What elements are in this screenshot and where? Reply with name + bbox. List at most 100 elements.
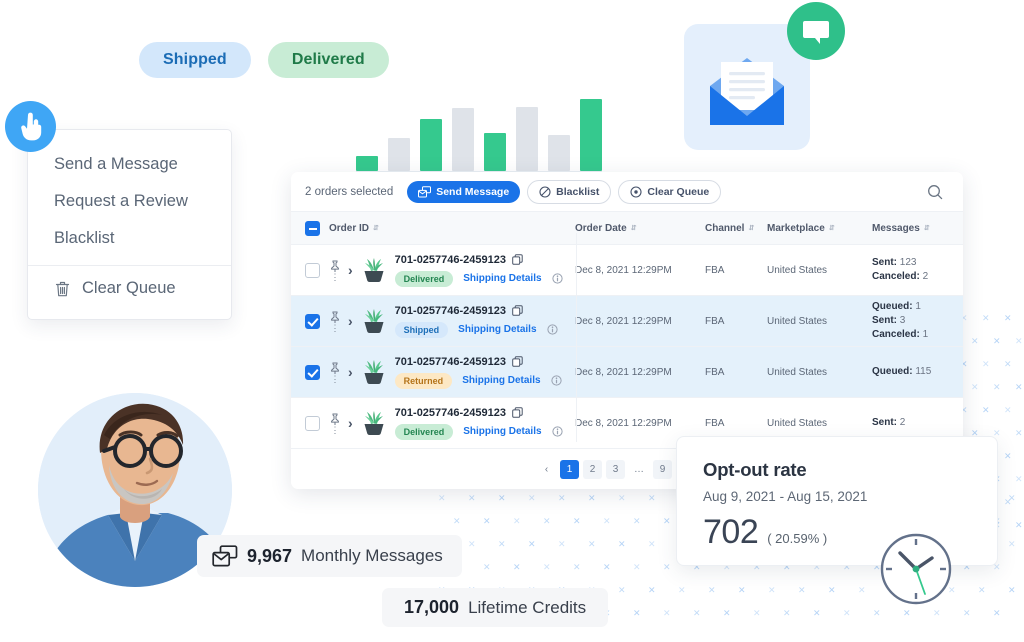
table-header-row: Order ID ⇵ Order Date ⇵ Channel ⇵ Market… bbox=[291, 212, 963, 245]
row-actions[interactable]: ⋮ › bbox=[329, 413, 353, 435]
header-messages[interactable]: Messages ⇵ bbox=[872, 223, 960, 234]
menu-item-clear-queue[interactable]: Clear Queue bbox=[28, 270, 231, 307]
order-status-row: Shipped Shipping Details bbox=[394, 321, 558, 338]
sort-icon[interactable]: ⇵ bbox=[924, 225, 931, 232]
more-options-icon[interactable]: ⋮ bbox=[331, 375, 340, 384]
row-select-cell[interactable] bbox=[291, 313, 329, 329]
x-mark bbox=[971, 338, 978, 345]
message-stat: Canceled: 1 bbox=[872, 329, 929, 340]
row-checkbox[interactable] bbox=[305, 262, 320, 278]
header-marketplace[interactable]: Marketplace ⇵ bbox=[767, 223, 872, 234]
x-mark bbox=[663, 610, 670, 617]
marketplace-cell: United States bbox=[767, 315, 828, 327]
order-id-value: 701-0257746-2459123 bbox=[394, 304, 506, 317]
row-select-cell[interactable] bbox=[291, 364, 329, 380]
info-icon[interactable] bbox=[551, 426, 563, 437]
x-mark bbox=[603, 564, 610, 571]
pagination-page[interactable]: 9 bbox=[653, 460, 672, 479]
pagination-page[interactable]: 3 bbox=[606, 460, 625, 479]
x-mark bbox=[1015, 384, 1022, 391]
plant-thumbnail bbox=[364, 360, 384, 384]
table-row[interactable]: ⋮ › 701-0257746-2459123 bbox=[291, 347, 963, 398]
sort-icon[interactable]: ⇵ bbox=[373, 225, 380, 232]
pagination-prev[interactable]: ‹ bbox=[537, 460, 556, 479]
pointing-hand-cursor bbox=[5, 101, 56, 152]
search-button[interactable] bbox=[925, 182, 945, 202]
send-message-button[interactable]: Send Message bbox=[407, 180, 521, 203]
table-row[interactable]: ⋮ › 701-0257746-2459123 bbox=[291, 245, 963, 296]
canvas: Shipped Delivered Send a Message Request… bbox=[0, 0, 1024, 642]
menu-item-blacklist[interactable]: Blacklist bbox=[28, 220, 231, 257]
sort-icon[interactable]: ⇵ bbox=[748, 225, 755, 232]
copy-icon[interactable] bbox=[512, 305, 523, 316]
x-mark bbox=[903, 610, 910, 617]
expand-row-icon[interactable]: › bbox=[348, 262, 353, 278]
select-all-checkbox[interactable] bbox=[305, 220, 320, 236]
info-icon[interactable] bbox=[551, 273, 563, 284]
pagination-ellipsis: … bbox=[634, 464, 644, 475]
shipping-details-link[interactable]: Shipping Details bbox=[463, 273, 541, 284]
header-marketplace-label: Marketplace bbox=[767, 222, 825, 234]
order-date-cell: Dec 8, 2021 12:29PM bbox=[575, 315, 672, 327]
info-icon[interactable] bbox=[550, 375, 562, 386]
header-order-date-label: Order Date bbox=[575, 222, 627, 234]
row-actions[interactable]: ⋮ › bbox=[329, 311, 353, 333]
status-pill-delivered[interactable]: Delivered bbox=[267, 42, 389, 78]
shipping-details-link[interactable]: Shipping Details bbox=[462, 375, 540, 386]
context-menu[interactable]: Send a Message Request a Review Blacklis… bbox=[27, 129, 232, 320]
row-checkbox[interactable] bbox=[305, 415, 320, 431]
copy-icon[interactable] bbox=[512, 407, 523, 418]
more-options-icon[interactable]: ⋮ bbox=[331, 426, 340, 435]
row-select-cell[interactable] bbox=[291, 415, 329, 431]
blacklist-button[interactable]: Blacklist bbox=[527, 179, 612, 204]
sort-icon[interactable]: ⇵ bbox=[829, 225, 836, 232]
send-message-icon bbox=[418, 185, 432, 197]
x-mark bbox=[498, 541, 505, 548]
row-actions[interactable]: ⋮ › bbox=[329, 362, 353, 384]
chart-bar bbox=[516, 107, 538, 171]
chart-bar bbox=[420, 119, 442, 171]
row-actions[interactable]: ⋮ › bbox=[329, 260, 353, 282]
status-pill-shipped[interactable]: Shipped bbox=[139, 42, 251, 78]
pagination-page[interactable]: 1 bbox=[560, 460, 579, 479]
envelope-illustration bbox=[684, 2, 845, 150]
sort-icon[interactable]: ⇵ bbox=[631, 225, 638, 232]
row-select-cell[interactable] bbox=[291, 262, 329, 278]
x-mark bbox=[963, 610, 970, 617]
menu-item-request-a-review[interactable]: Request a Review bbox=[28, 183, 231, 220]
order-date-cell: Dec 8, 2021 12:29PM bbox=[575, 366, 672, 378]
row-checkbox[interactable] bbox=[305, 364, 320, 380]
table-row[interactable]: ⋮ › 701-0257746-2459123 bbox=[291, 296, 963, 347]
x-mark bbox=[468, 541, 475, 548]
messages-cell: Queued: 115 bbox=[872, 365, 960, 379]
more-options-icon[interactable]: ⋮ bbox=[331, 324, 340, 333]
x-mark bbox=[993, 610, 1000, 617]
order-id-row: 701-0257746-2459123 bbox=[395, 254, 563, 266]
info-icon[interactable] bbox=[546, 324, 558, 335]
x-mark bbox=[663, 518, 670, 525]
clear-queue-button[interactable]: Clear Queue bbox=[618, 179, 722, 204]
menu-item-send-a-message[interactable]: Send a Message bbox=[28, 146, 231, 183]
optout-date-range: Aug 9, 2021 - Aug 15, 2021 bbox=[703, 489, 868, 504]
more-options-icon[interactable]: ⋮ bbox=[331, 273, 340, 282]
header-order-date[interactable]: Order Date ⇵ bbox=[575, 223, 705, 234]
shipping-details-link[interactable]: Shipping Details bbox=[458, 324, 536, 335]
x-mark bbox=[798, 587, 805, 594]
x-mark bbox=[1004, 407, 1011, 414]
plant-thumbnail bbox=[364, 258, 384, 282]
copy-icon[interactable] bbox=[512, 254, 523, 265]
header-select-all-cell[interactable] bbox=[291, 220, 329, 236]
x-mark bbox=[1004, 361, 1011, 368]
shipping-details-link[interactable]: Shipping Details bbox=[463, 426, 541, 437]
x-mark bbox=[453, 518, 460, 525]
expand-row-icon[interactable]: › bbox=[348, 415, 353, 431]
expand-row-icon[interactable]: › bbox=[348, 313, 353, 329]
header-channel[interactable]: Channel ⇵ bbox=[705, 223, 767, 234]
header-order-id[interactable]: Order ID ⇵ bbox=[329, 223, 575, 234]
pagination-page[interactable]: 2 bbox=[583, 460, 602, 479]
row-checkbox[interactable] bbox=[305, 313, 320, 329]
x-mark bbox=[558, 541, 565, 548]
copy-icon[interactable] bbox=[512, 356, 523, 367]
monthly-messages-chip: 9,967 Monthly Messages bbox=[197, 535, 462, 577]
expand-row-icon[interactable]: › bbox=[348, 364, 353, 380]
